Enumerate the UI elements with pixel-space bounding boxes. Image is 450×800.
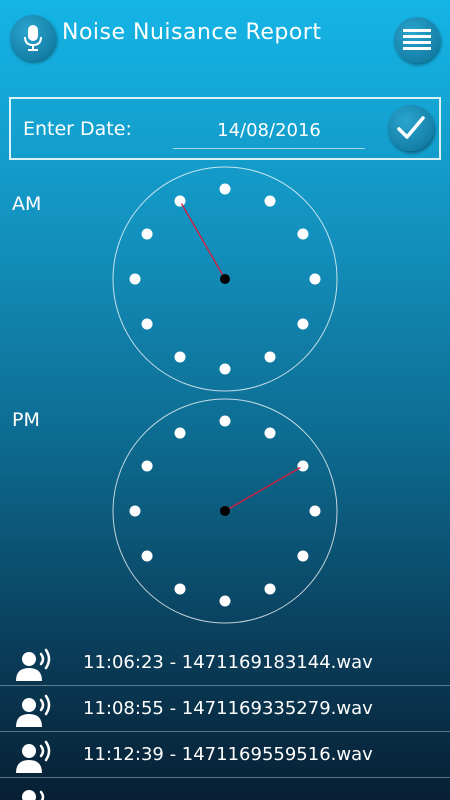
date-entry-panel: Enter Date:: [9, 97, 441, 160]
microphone-icon: [24, 25, 42, 51]
am-hour-marker-1[interactable]: [264, 195, 276, 207]
list-item-partial[interactable]: [0, 778, 450, 800]
pm-hour-marker-5[interactable]: [264, 583, 276, 595]
pm-hour-marker-7[interactable]: [174, 583, 186, 595]
am-hour-marker-2[interactable]: [297, 228, 309, 240]
am-hour-marker-6[interactable]: [219, 363, 231, 375]
pm-clock-hand[interactable]: [224, 466, 301, 512]
am-hour-marker-7[interactable]: [174, 351, 186, 363]
pm-hour-marker-3[interactable]: [309, 505, 321, 517]
recording-label: 11:12:39 - 1471169559516.wav: [83, 744, 373, 765]
speaking-person-icon: [16, 694, 51, 727]
microphone-button[interactable]: [10, 15, 56, 61]
pm-hour-marker-9[interactable]: [129, 505, 141, 517]
pm-hour-marker-10[interactable]: [141, 460, 153, 472]
am-hour-marker-3[interactable]: [309, 273, 321, 285]
am-hour-marker-5[interactable]: [264, 351, 276, 363]
list-item[interactable]: 11:06:23 - 1471169183144.wav: [0, 640, 450, 686]
date-input[interactable]: [173, 113, 365, 149]
pm-hour-marker-11[interactable]: [174, 427, 186, 439]
hamburger-menu-icon: [403, 29, 431, 50]
pm-hour-marker-4[interactable]: [297, 550, 309, 562]
app-title: Noise Nuisance Report: [62, 20, 322, 45]
am-hour-marker-9[interactable]: [129, 273, 141, 285]
am-hour-marker-4[interactable]: [297, 318, 309, 330]
list-item[interactable]: 11:12:39 - 1471169559516.wav: [0, 732, 450, 778]
speaking-person-icon: [16, 648, 51, 681]
am-hour-marker-8[interactable]: [141, 318, 153, 330]
recording-label: 11:08:55 - 1471169335279.wav: [83, 698, 373, 719]
speaking-person-icon: [22, 790, 45, 800]
pm-hour-marker-6[interactable]: [219, 595, 231, 607]
pm-hour-marker-2[interactable]: [297, 460, 309, 472]
list-item[interactable]: 11:08:55 - 1471169335279.wav: [0, 686, 450, 732]
am-clock[interactable]: [0, 165, 450, 395]
am-clock-center: [220, 274, 230, 284]
am-clock-hand[interactable]: [180, 203, 226, 280]
menu-button[interactable]: [394, 17, 440, 63]
checkmark-icon: [397, 116, 425, 139]
pm-hour-marker-12[interactable]: [219, 415, 231, 427]
date-label: Enter Date:: [23, 118, 132, 140]
recording-label: 11:06:23 - 1471169183144.wav: [83, 652, 373, 673]
speaking-person-icon: [16, 740, 51, 773]
am-hour-marker-10[interactable]: [141, 228, 153, 240]
am-hour-marker-11[interactable]: [174, 195, 186, 207]
confirm-date-button[interactable]: [388, 105, 434, 151]
pm-clock[interactable]: [0, 397, 450, 627]
app-header: Noise Nuisance Report: [0, 0, 450, 78]
recordings-list: 11:06:23 - 1471169183144.wav 11:08:55 - …: [0, 640, 450, 800]
pm-clock-center: [220, 506, 230, 516]
am-hour-marker-12[interactable]: [219, 183, 231, 195]
pm-hour-marker-1[interactable]: [264, 427, 276, 439]
pm-hour-marker-8[interactable]: [141, 550, 153, 562]
